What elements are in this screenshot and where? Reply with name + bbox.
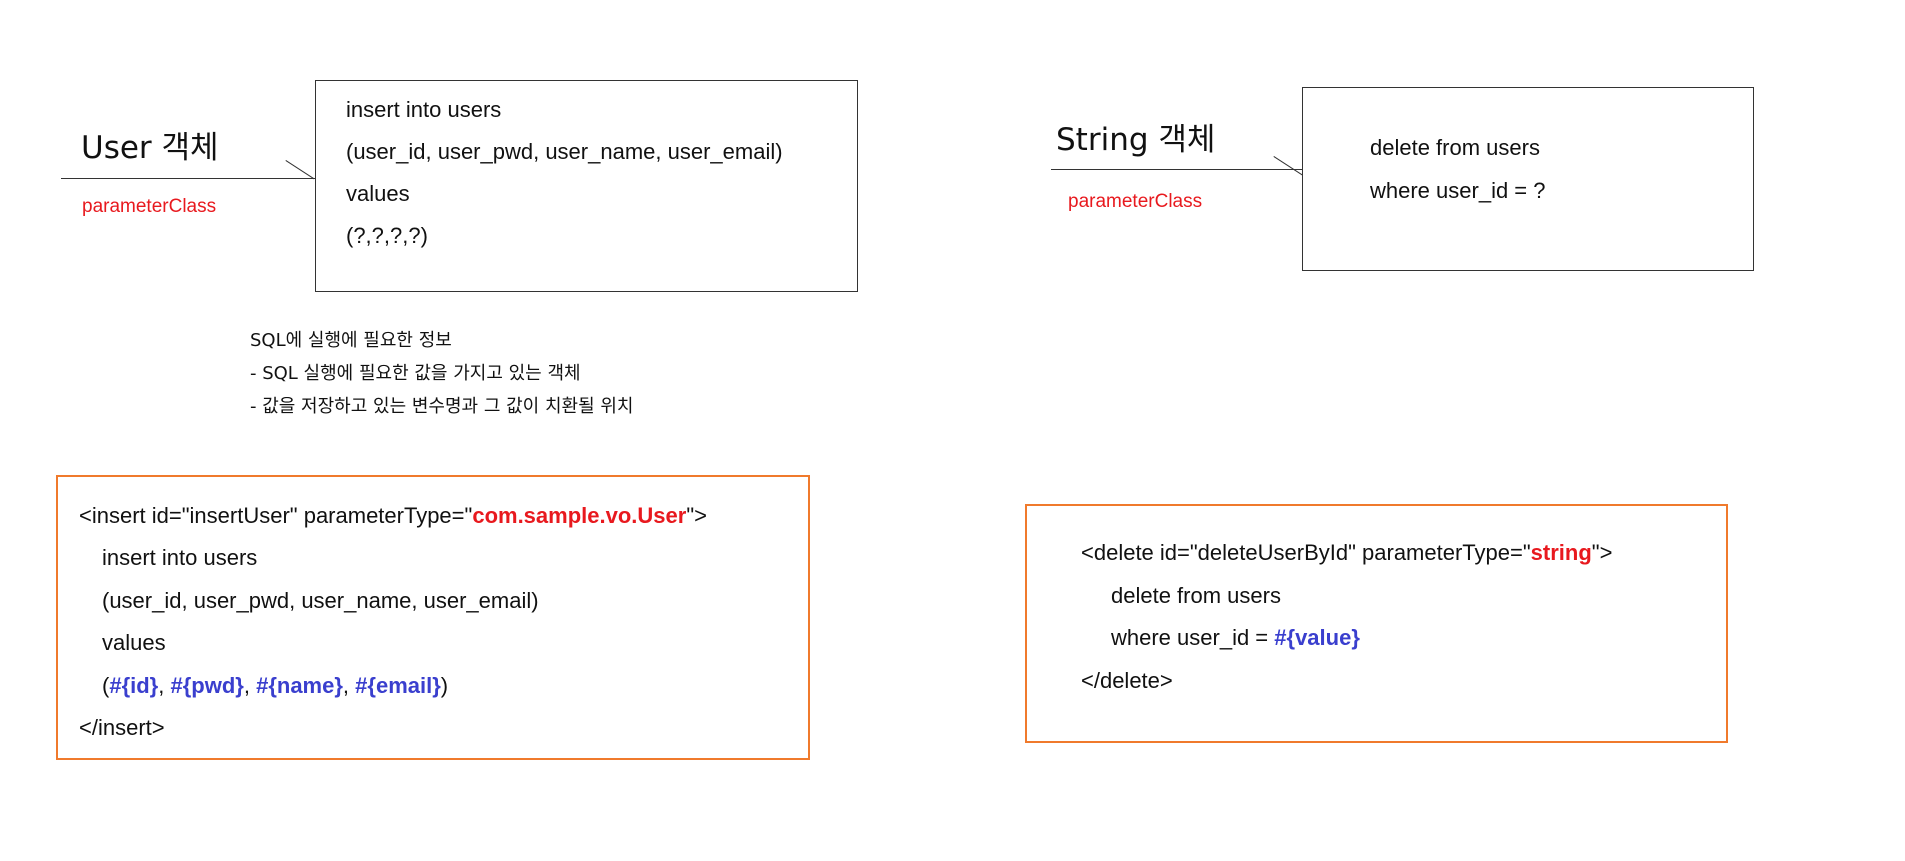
- user-arrow-tick: [285, 160, 315, 180]
- insert-mapper-code-box: <insert id="insertUser" parameterType="c…: [56, 475, 810, 760]
- delete-sql-line-1: delete from users: [1370, 135, 1540, 160]
- insert-sql-line-1: insert into users: [346, 97, 502, 122]
- insert-sql-line-3: values: [346, 181, 410, 206]
- where-prefix: where user_id =: [1111, 625, 1275, 650]
- delete-sql-box: delete from users where user_id = ?: [1302, 87, 1754, 271]
- insert-sql-box: insert into users (user_id, user_pwd, us…: [315, 80, 858, 292]
- param-pwd: #{pwd}: [170, 673, 244, 698]
- insert-sql-line-4: (?,?,?,?): [346, 223, 428, 248]
- user-object-label: User 객체: [81, 130, 219, 166]
- values-sep-2: ,: [243, 673, 257, 698]
- param-value: #{value}: [1274, 625, 1360, 650]
- delete-mapper-code-box: <delete id="deleteUserById" parameterTyp…: [1025, 504, 1728, 743]
- insert-code-line-1: insert into users: [102, 545, 258, 570]
- sql-info-note-2: - SQL 실행에 필요한 값을 가지고 있는 객체: [250, 363, 581, 384]
- insert-sql-line-2: (user_id, user_pwd, user_name, user_emai…: [346, 139, 783, 164]
- values-sep-3: ,: [342, 673, 356, 698]
- insert-parameter-type: com.sample.vo.User: [472, 503, 687, 528]
- param-id: #{id}: [109, 673, 159, 698]
- delete-open-tag: <delete id="deleteUserById" parameterTyp…: [1081, 540, 1612, 566]
- insert-code-line-2: (user_id, user_pwd, user_name, user_emai…: [102, 588, 539, 613]
- param-email: #{email}: [355, 673, 441, 698]
- values-sep-1: ,: [158, 673, 171, 698]
- insert-open-tag: <insert id="insertUser" parameterType="c…: [79, 503, 707, 529]
- delete-open-suffix: ">: [1591, 540, 1613, 565]
- param-name: #{name}: [256, 673, 343, 698]
- delete-close-tag: </delete>: [1081, 668, 1173, 693]
- insert-open-prefix: <insert id="insertUser" parameterType=": [79, 503, 473, 528]
- insert-code-line-3: values: [102, 630, 166, 655]
- user-parameter-class-label: parameterClass: [82, 196, 217, 217]
- delete-code-line-1: delete from users: [1111, 583, 1281, 608]
- string-parameter-class-label: parameterClass: [1068, 191, 1203, 212]
- insert-values-line: (#{id}, #{pwd}, #{name}, #{email}): [102, 673, 448, 699]
- insert-open-suffix: ">: [686, 503, 707, 528]
- insert-close-tag: </insert>: [79, 715, 165, 740]
- delete-where-line: where user_id = #{value}: [1111, 625, 1360, 651]
- user-object-underline: [61, 178, 316, 179]
- delete-sql-line-2: where user_id = ?: [1370, 178, 1546, 203]
- string-arrow-tick: [1273, 156, 1303, 176]
- sql-info-note-3: - 값을 저장하고 있는 변수명과 그 값이 치환될 위치: [250, 396, 634, 417]
- sql-info-notes: SQL에 실행에 필요한 정보 - SQL 실행에 필요한 값을 가지고 있는 …: [250, 324, 633, 423]
- sql-info-note-1: SQL에 실행에 필요한 정보: [250, 330, 452, 351]
- string-object-label: String 객체: [1056, 122, 1216, 158]
- string-object-underline: [1051, 169, 1304, 170]
- delete-open-prefix: <delete id="deleteUserById" parameterTyp…: [1081, 540, 1531, 565]
- delete-parameter-type: string: [1530, 540, 1592, 565]
- values-close-paren: ): [440, 673, 449, 698]
